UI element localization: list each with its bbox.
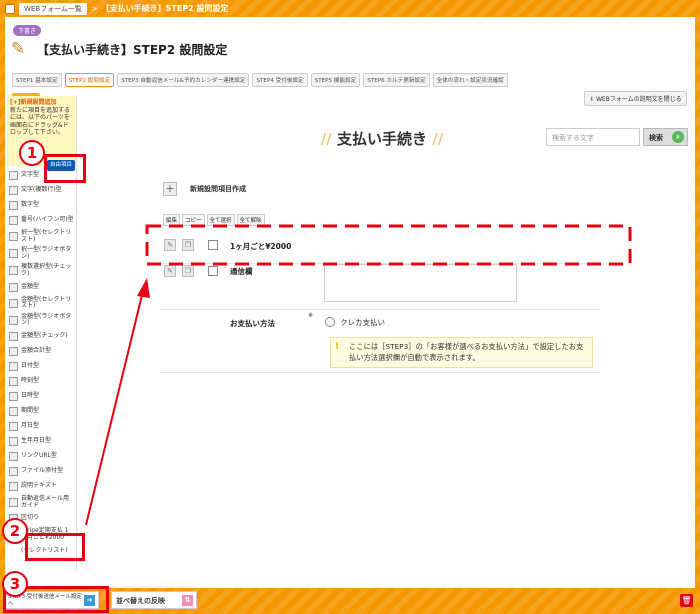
annotation-arrow-head <box>137 278 150 298</box>
annotation-arrow-line <box>85 290 144 526</box>
dashed-highlight <box>145 224 632 266</box>
annotation-overlay <box>85 224 632 526</box>
